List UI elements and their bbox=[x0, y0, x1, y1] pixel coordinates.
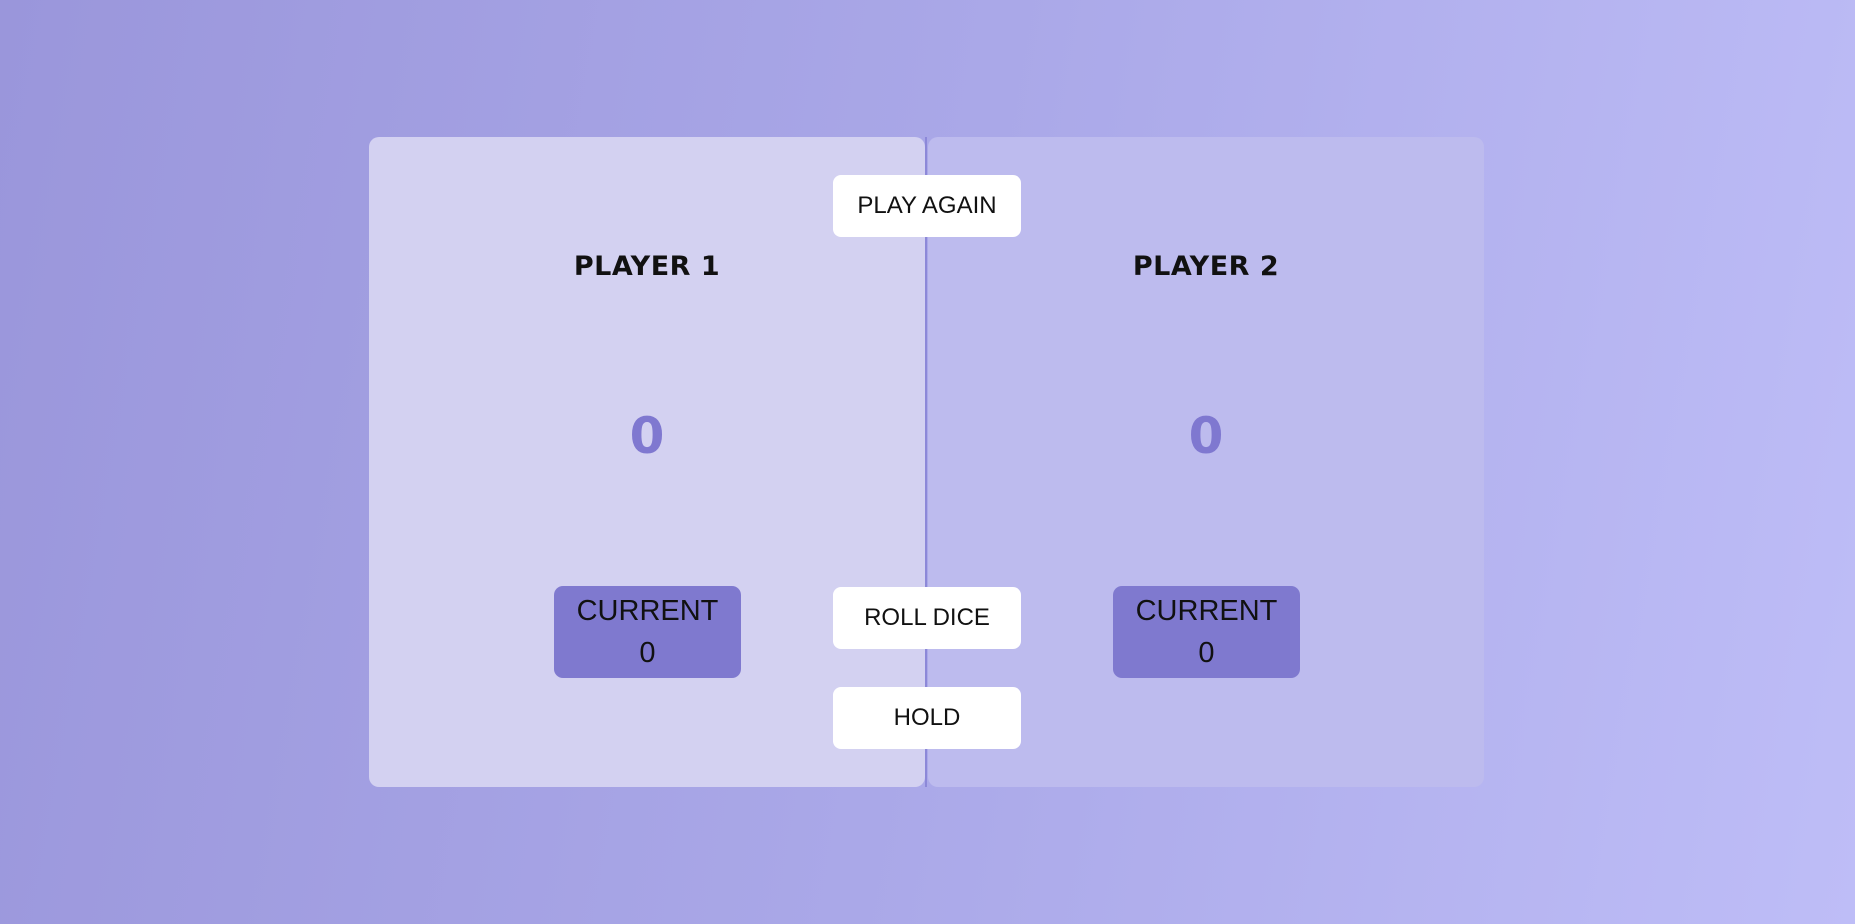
player-2-total-score: 0 bbox=[1188, 407, 1224, 465]
player-1-name: PLAYER 1 bbox=[573, 251, 721, 282]
hold-button[interactable]: HOLD bbox=[833, 687, 1021, 749]
player-1-current-label: CURRENT bbox=[576, 595, 719, 627]
player-1-current-score: 0 bbox=[639, 637, 656, 669]
player-1-total-score: 0 bbox=[629, 407, 665, 465]
player-2-name: PLAYER 2 bbox=[1132, 251, 1280, 282]
play-again-button[interactable]: PLAY AGAIN bbox=[833, 175, 1021, 237]
roll-dice-button[interactable]: ROLL DICE bbox=[833, 587, 1021, 649]
player-2-current-box: CURRENT 0 bbox=[1113, 586, 1300, 678]
player-2-current-score: 0 bbox=[1198, 637, 1215, 669]
game-board: PLAYER 1 0 CURRENT 0 PLAYER 2 0 CURRENT … bbox=[369, 137, 1485, 787]
player-1-current-box: CURRENT 0 bbox=[554, 586, 741, 678]
player-2-current-label: CURRENT bbox=[1135, 595, 1278, 627]
